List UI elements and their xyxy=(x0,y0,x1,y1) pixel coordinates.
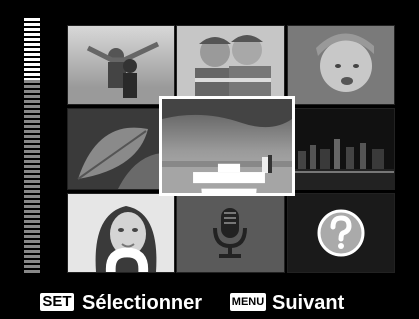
photo-crying-girl xyxy=(288,26,394,104)
scroll-track xyxy=(24,80,40,273)
thumbnail-1[interactable] xyxy=(67,25,175,105)
menu-key-badge: MENU xyxy=(230,293,266,311)
photo-two-kids xyxy=(177,26,284,104)
playback-screen: SET Sélectionner MENU Suivant xyxy=(0,0,419,319)
thumbnail-3[interactable] xyxy=(287,25,395,105)
thumbnail-5-selected[interactable] xyxy=(159,96,295,196)
trash-icon xyxy=(193,163,265,193)
thumbnail-9-unknown[interactable] xyxy=(287,193,395,273)
scroll-indicator[interactable] xyxy=(24,18,40,273)
next-label: Suivant xyxy=(272,292,345,314)
photo-couple-beach xyxy=(68,26,174,104)
button-guide-bar: SET Sélectionner MENU Suivant xyxy=(0,288,419,319)
scroll-thumb[interactable] xyxy=(24,18,40,80)
set-key-badge: SET xyxy=(40,293,74,311)
thumbnail-6[interactable] xyxy=(287,108,395,190)
thumbnail-7-protected[interactable] xyxy=(67,193,175,273)
thumbnail-2[interactable] xyxy=(176,25,285,105)
photo-city-night xyxy=(288,109,394,189)
question-mark-icon xyxy=(288,194,394,272)
lock-icon xyxy=(105,247,149,272)
thumbnail-8-voice-memo[interactable] xyxy=(176,193,285,273)
microphone-icon xyxy=(177,194,284,272)
select-label: Sélectionner xyxy=(82,292,203,314)
